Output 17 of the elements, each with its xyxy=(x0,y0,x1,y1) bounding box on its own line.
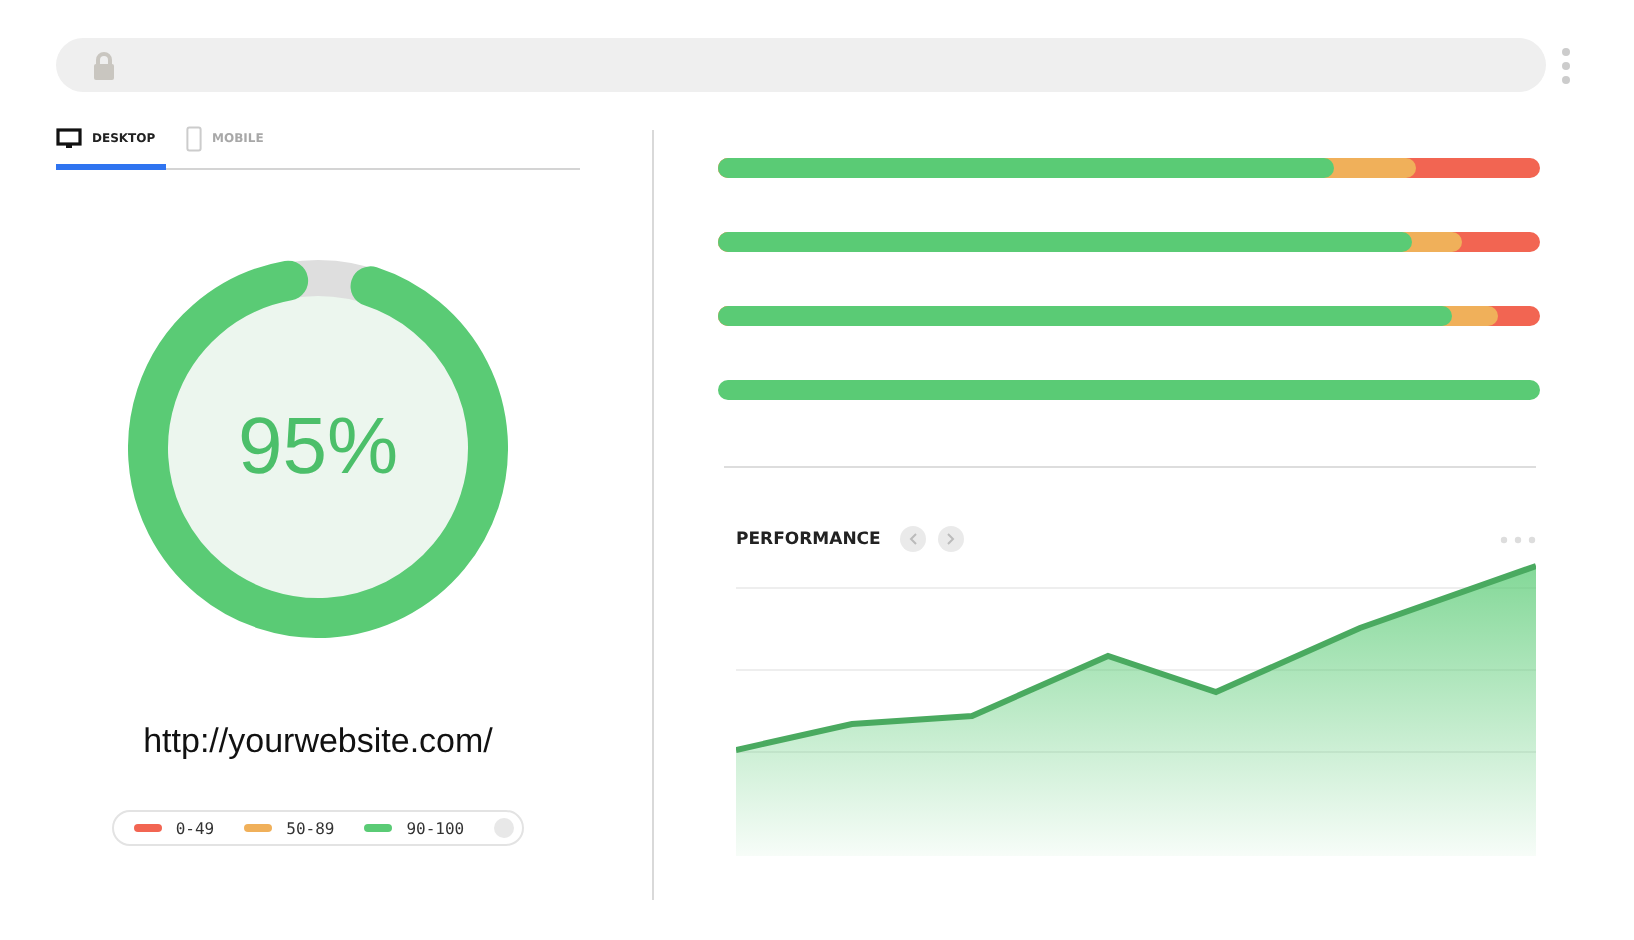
legend-label: 90-100 xyxy=(406,819,465,837)
performance-title: PERFORMANCE xyxy=(736,529,881,549)
phone-icon xyxy=(186,126,202,152)
lock-icon xyxy=(92,51,116,79)
legend-label: 50-89 xyxy=(286,819,335,837)
monitor-icon xyxy=(56,128,82,150)
chevron-left-icon xyxy=(908,532,919,546)
address-bar[interactable] xyxy=(56,38,1546,92)
website-url: http://yourwebsite.com/ xyxy=(143,722,493,762)
score-value: 95% xyxy=(237,403,399,493)
chevron-right-icon xyxy=(946,532,957,546)
legend-label: 0-49 xyxy=(175,819,215,837)
next-button[interactable] xyxy=(938,526,965,552)
info-icon[interactable] xyxy=(494,818,515,838)
more-icon[interactable] xyxy=(1500,535,1536,543)
previous-button[interactable] xyxy=(900,526,927,552)
more-icon[interactable] xyxy=(1562,47,1570,83)
